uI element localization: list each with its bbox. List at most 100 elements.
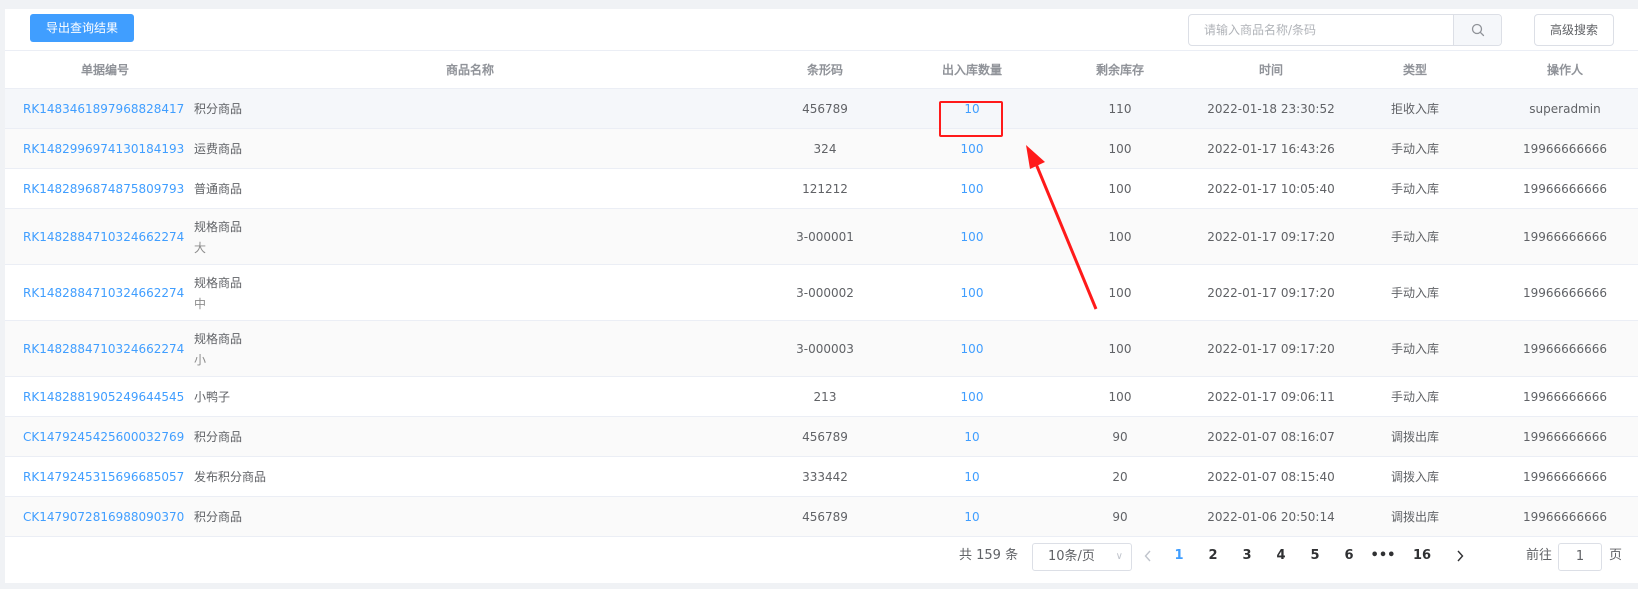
page-number-button[interactable]: 2 xyxy=(1198,537,1228,575)
goto-page-input[interactable]: 1 xyxy=(1558,543,1602,571)
remaining-stock: 20 xyxy=(1112,469,1128,484)
record-type: 调拨出库 xyxy=(1390,510,1439,524)
remaining-stock: 100 xyxy=(1108,229,1132,244)
header-stock: 剩余库存 xyxy=(1095,63,1144,77)
pagination-total: 共 159 条 xyxy=(959,548,1019,563)
record-code-link[interactable]: RK1482884710324662274 xyxy=(23,209,213,264)
operator: 19966666666 xyxy=(1523,389,1607,404)
quantity-link[interactable]: 10 xyxy=(912,417,1032,456)
page-number-button[interactable]: 6 xyxy=(1334,537,1364,575)
record-time: 2022-01-06 20:50:14 xyxy=(1207,509,1335,524)
pagination: 共 159 条 10条/页 ∨ 1 2 3 4 5 6 ••• 16 前往 1 页 xyxy=(5,537,1638,575)
quantity-link[interactable]: 10 xyxy=(912,457,1032,496)
record-time: 2022-01-17 10:05:40 xyxy=(1207,181,1335,196)
product-name: 规格商品 xyxy=(194,219,243,234)
search-button[interactable] xyxy=(1453,15,1501,45)
goto-label: 前往 xyxy=(1526,548,1553,563)
advanced-search-button[interactable]: 高级搜索 xyxy=(1534,14,1614,46)
operator: 19966666666 xyxy=(1523,141,1607,156)
quantity-link[interactable]: 100 xyxy=(912,377,1032,416)
header-type: 类型 xyxy=(1402,63,1427,77)
product-name-cell: 规格商品小 xyxy=(194,321,674,376)
table-row: CK1479245425600032769 积分商品 456789 10 90 2022-… xyxy=(5,417,1638,457)
barcode: 3-000002 xyxy=(796,285,854,300)
table-row: RK1482996974130184193 运费商品 324 100 100 2022-0… xyxy=(5,129,1638,169)
product-spec: 中 xyxy=(194,296,207,311)
record-code-link[interactable]: RK1482996974130184193 xyxy=(23,129,213,168)
quantity-link[interactable]: 100 xyxy=(912,129,1032,168)
quantity-link[interactable]: 100 xyxy=(912,321,1032,376)
remaining-stock: 110 xyxy=(1108,101,1132,116)
table-row: RK1479245315696685057 发布积分商品 333442 10 20 202… xyxy=(5,457,1638,497)
inventory-record-panel: 导出查询结果 高级搜索 单据编号 商品名称 条形码 出入库数量 剩余库存 时间 … xyxy=(5,9,1638,583)
record-time: 2022-01-17 09:17:20 xyxy=(1207,341,1335,356)
remaining-stock: 100 xyxy=(1108,341,1132,356)
chevron-right-icon xyxy=(1457,550,1464,562)
prev-page-button[interactable] xyxy=(1133,537,1163,575)
search-box xyxy=(1188,14,1502,46)
chevron-down-icon: ∨ xyxy=(1115,551,1123,562)
product-name: 规格商品 xyxy=(194,275,243,290)
operator: 19966666666 xyxy=(1523,229,1607,244)
product-name-cell: 运费商品 xyxy=(194,129,674,168)
page-size-select[interactable]: 10条/页 ∨ xyxy=(1032,543,1132,571)
record-time: 2022-01-18 23:30:52 xyxy=(1207,101,1335,116)
goto-suffix: 页 xyxy=(1609,548,1623,563)
barcode: 456789 xyxy=(802,429,848,444)
operator: 19966666666 xyxy=(1523,285,1607,300)
record-type: 调拨出库 xyxy=(1390,430,1439,444)
table-row: RK1482884710324662274 规格商品中 3-000002 100 100… xyxy=(5,265,1638,321)
page-number-button[interactable]: 3 xyxy=(1232,537,1262,575)
product-name-cell: 积分商品 xyxy=(194,89,674,128)
quantity-link[interactable]: 10 xyxy=(912,497,1032,536)
record-type: 调拨入库 xyxy=(1390,470,1439,484)
page-number-button[interactable]: 1 xyxy=(1164,537,1194,575)
more-pages-button[interactable]: ••• xyxy=(1368,537,1398,575)
barcode: 121212 xyxy=(802,181,848,196)
record-code-link[interactable]: RK1482896874875809793 xyxy=(23,169,213,208)
record-code-link[interactable]: RK1482884710324662274 xyxy=(23,321,213,376)
page-number-button[interactable]: 4 xyxy=(1266,537,1296,575)
record-type: 手动入库 xyxy=(1390,142,1439,156)
quantity-link[interactable]: 100 xyxy=(912,265,1032,320)
header-barcode: 条形码 xyxy=(806,63,843,77)
toolbar: 导出查询结果 高级搜索 xyxy=(5,9,1638,51)
product-spec: 大 xyxy=(194,240,207,255)
quantity-link[interactable]: 10 xyxy=(912,89,1032,128)
barcode: 213 xyxy=(813,389,837,404)
quantity-link[interactable]: 100 xyxy=(912,169,1032,208)
product-name: 积分商品 xyxy=(194,102,243,116)
chevron-left-icon xyxy=(1144,550,1151,562)
header-qty: 出入库数量 xyxy=(941,63,1002,77)
record-time: 2022-01-07 08:16:07 xyxy=(1207,429,1335,444)
record-code-link[interactable]: RK1483461897968828417 xyxy=(23,89,213,128)
table-row: RK1483461897968828417 积分商品 456789 10 110 2022… xyxy=(5,89,1638,129)
operator: 19966666666 xyxy=(1523,341,1607,356)
record-code-link[interactable]: RK1482881905249644545 xyxy=(23,377,213,416)
page-number-button[interactable]: 16 xyxy=(1407,537,1437,575)
inventory-table: 单据编号 商品名称 条形码 出入库数量 剩余库存 时间 类型 操作人 RK148… xyxy=(5,51,1638,537)
product-name-cell: 规格商品中 xyxy=(194,265,674,320)
remaining-stock: 100 xyxy=(1108,285,1132,300)
page-size-value: 10条/页 xyxy=(1048,549,1095,564)
record-code-link[interactable]: RK1479245315696685057 xyxy=(23,457,213,496)
record-code-link[interactable]: CK1479072816988090370 xyxy=(23,497,213,536)
barcode: 3-000003 xyxy=(796,341,854,356)
quantity-link[interactable]: 100 xyxy=(912,209,1032,264)
next-page-button[interactable] xyxy=(1445,537,1475,575)
product-name: 运费商品 xyxy=(194,142,243,156)
product-name-cell: 规格商品大 xyxy=(194,209,674,264)
search-icon xyxy=(1471,23,1484,37)
header-code: 单据编号 xyxy=(80,63,129,77)
record-type: 拒收入库 xyxy=(1390,102,1439,116)
record-code-link[interactable]: RK1482884710324662274 xyxy=(23,265,213,320)
page-number-button[interactable]: 5 xyxy=(1300,537,1330,575)
table-row: RK1482884710324662274 规格商品大 3-000001 100 100… xyxy=(5,209,1638,265)
operator: 19966666666 xyxy=(1523,181,1607,196)
operator: superadmin xyxy=(1529,101,1601,116)
export-results-button[interactable]: 导出查询结果 xyxy=(30,14,134,42)
search-input[interactable] xyxy=(1189,15,1473,45)
record-type: 手动入库 xyxy=(1390,230,1439,244)
record-code-link[interactable]: CK1479245425600032769 xyxy=(23,417,213,456)
product-name: 规格商品 xyxy=(194,331,243,346)
